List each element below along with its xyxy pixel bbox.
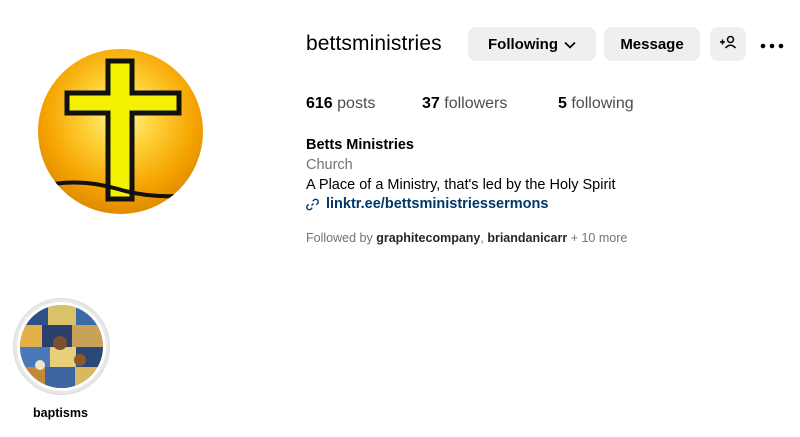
- bio-category: Church: [306, 157, 353, 173]
- bio-link[interactable]: linktr.ee/bettsministriessermons: [306, 196, 548, 212]
- following-number: 5: [558, 95, 567, 112]
- highlight-label: baptisms: [33, 406, 88, 420]
- bio-link-text: linktr.ee/bettsministriessermons: [326, 196, 549, 212]
- followed-by: Followed by graphitecompany, briandanica…: [306, 231, 627, 245]
- more-options-button[interactable]: [757, 30, 787, 60]
- more-options-icon: [760, 36, 784, 54]
- followed-by-more[interactable]: + 10 more: [571, 231, 628, 245]
- posts-count: 616 posts: [306, 95, 375, 113]
- followed-by-prefix: Followed by: [306, 231, 373, 245]
- followers-link[interactable]: 37 followers: [422, 95, 507, 113]
- following-button-label: Following: [488, 35, 558, 53]
- add-user-icon: [719, 35, 737, 53]
- message-button[interactable]: Message: [604, 27, 700, 61]
- followed-by-account[interactable]: graphitecompany: [376, 231, 480, 245]
- posts-number: 616: [306, 95, 333, 112]
- profile-username: bettsministries: [306, 32, 442, 55]
- bio-text: A Place of a Ministry, that's led by the…: [306, 177, 616, 193]
- followed-by-account[interactable]: briandanicarr: [487, 231, 567, 245]
- followers-label: followers: [444, 95, 508, 112]
- link-icon: [306, 198, 319, 211]
- followers-number: 37: [422, 95, 440, 112]
- following-label: following: [571, 95, 634, 112]
- bio-name: Betts Ministries: [306, 137, 414, 153]
- following-button[interactable]: Following: [468, 27, 596, 61]
- chevron-down-icon: [564, 36, 576, 53]
- profile-avatar[interactable]: [38, 49, 203, 214]
- story-highlight[interactable]: [13, 298, 110, 395]
- suggested-users-button[interactable]: [710, 27, 746, 61]
- following-link[interactable]: 5 following: [558, 95, 634, 113]
- highlight-cover: [20, 305, 103, 388]
- posts-label: posts: [337, 95, 376, 112]
